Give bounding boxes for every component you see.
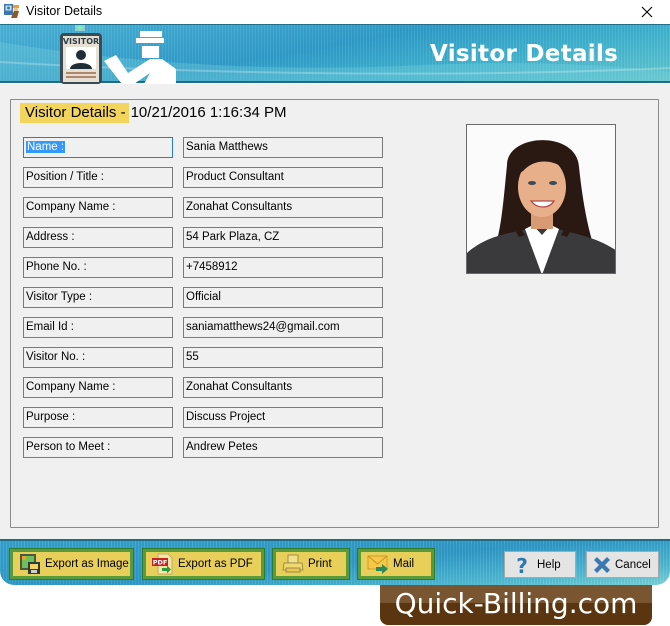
security-guard-icon	[104, 31, 176, 84]
export-image-icon	[20, 554, 40, 574]
cancel-icon	[594, 556, 610, 573]
company-2-value-field[interactable]: Zonahat Consultants	[183, 377, 383, 398]
visitor-portrait-image	[467, 125, 615, 273]
brand-watermark: Quick-Billing.com	[380, 585, 652, 625]
name-label-field[interactable]: Name :	[23, 137, 173, 158]
banner-title: Visitor Details	[430, 41, 619, 67]
person-to-meet-label-field[interactable]: Person to Meet :	[23, 437, 173, 458]
close-icon	[641, 6, 653, 18]
close-button[interactable]	[624, 0, 670, 24]
visitor-no-label-field[interactable]: Visitor No. :	[23, 347, 173, 368]
visitor-app-icon	[4, 4, 19, 18]
position-label-field[interactable]: Position / Title :	[23, 167, 173, 188]
company-label-field[interactable]: Company Name :	[23, 197, 173, 218]
visitor-photo	[466, 124, 616, 274]
footer-toolbar: Export as Image PDF Export as PDF Print …	[0, 539, 670, 585]
print-label: Print	[308, 558, 332, 570]
purpose-value-field[interactable]: Discuss Project	[183, 407, 383, 428]
title-bar: Visitor Details	[0, 0, 670, 24]
badge-text: VISITOR	[63, 37, 99, 46]
visitor-type-value-field[interactable]: Official	[183, 287, 383, 308]
address-label-field[interactable]: Address :	[23, 227, 173, 248]
name-value-field[interactable]: Sania Matthews	[183, 137, 383, 158]
visitor-no-value-field[interactable]: 55	[183, 347, 383, 368]
cancel-button[interactable]: Cancel	[586, 551, 659, 578]
company-2-label-field[interactable]: Company Name :	[23, 377, 173, 398]
position-value-field[interactable]: Product Consultant	[183, 167, 383, 188]
print-button[interactable]: Print	[272, 548, 350, 580]
export-as-image-button[interactable]: Export as Image	[9, 548, 134, 580]
help-label: Help	[537, 558, 561, 571]
export-as-image-label: Export as Image	[45, 558, 129, 570]
legend-label: Visitor Details -	[20, 103, 129, 123]
help-button[interactable]: ? Help	[504, 551, 576, 578]
visitor-type-label-field[interactable]: Visitor Type :	[23, 287, 173, 308]
person-to-meet-value-field[interactable]: Andrew Petes	[183, 437, 383, 458]
address-value-field[interactable]: 54 Park Plaza, CZ	[183, 227, 383, 248]
mail-label: Mail	[393, 558, 415, 570]
mail-icon	[367, 555, 388, 574]
phone-label-field[interactable]: Phone No. :	[23, 257, 173, 278]
svg-text:PDF: PDF	[153, 559, 168, 567]
legend-date: 10/21/2016 1:16:34 PM	[130, 104, 287, 121]
group-legend: Visitor Details - 10/21/2016 1:16:34 PM	[20, 103, 287, 123]
cancel-label: Cancel	[615, 558, 651, 571]
visitor-badge-icon: VISITOR	[60, 25, 102, 84]
help-icon: ?	[516, 554, 528, 576]
phone-value-field[interactable]: +7458912	[183, 257, 383, 278]
email-value-field[interactable]: saniamatthews24@gmail.com	[183, 317, 383, 338]
header-banner: VISITOR Visitor Details	[0, 24, 670, 84]
pdf-icon: PDF	[152, 553, 173, 575]
window-title: Visitor Details	[26, 4, 103, 18]
email-label-field[interactable]: Email Id :	[23, 317, 173, 338]
printer-icon	[282, 554, 304, 573]
mail-button[interactable]: Mail	[357, 548, 435, 580]
purpose-label-field[interactable]: Purpose :	[23, 407, 173, 428]
export-as-pdf-button[interactable]: PDF Export as PDF	[142, 548, 265, 580]
export-as-pdf-label: Export as PDF	[178, 558, 253, 570]
svg-text:?: ?	[516, 554, 528, 576]
company-value-field[interactable]: Zonahat Consultants	[183, 197, 383, 218]
